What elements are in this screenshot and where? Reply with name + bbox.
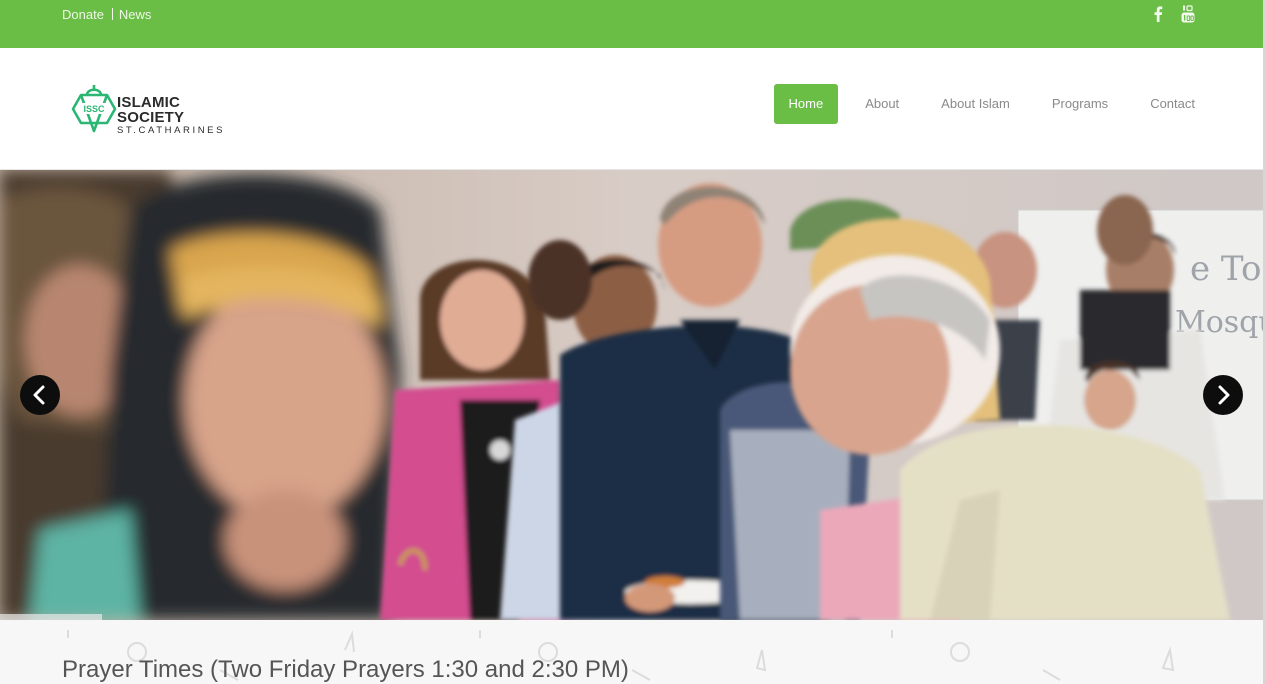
- slider-prev-button[interactable]: [20, 375, 60, 415]
- logo-title: ISLAMIC SOCIETY: [117, 94, 185, 126]
- site-logo[interactable]: ISSC ISLAMIC SOCIETY ST.CATHARINES: [70, 85, 240, 136]
- hero-slider: e To Mosque: [0, 170, 1263, 620]
- chevron-left-icon: [33, 385, 45, 405]
- youtube-icon[interactable]: [1181, 5, 1195, 28]
- donate-link[interactable]: Donate: [62, 7, 104, 22]
- nav-contact[interactable]: Contact: [1150, 84, 1195, 124]
- mosque-logo-icon: ISSC: [71, 85, 117, 133]
- prayer-times-heading: Prayer Times (Two Friday Prayers 1:30 an…: [62, 656, 629, 683]
- nav-home[interactable]: Home: [773, 84, 839, 124]
- site-header: ISSC ISLAMIC SOCIETY ST.CATHARINES Home …: [0, 48, 1266, 170]
- facebook-icon[interactable]: [1153, 6, 1163, 27]
- prayer-times-section: Prayer Times (Two Friday Prayers 1:30 an…: [0, 620, 1263, 684]
- main-nav: Home About About Islam Programs Contact: [773, 84, 1195, 124]
- social-links: [1153, 5, 1195, 28]
- nav-about-islam[interactable]: About Islam: [941, 84, 1010, 124]
- nav-programs[interactable]: Programs: [1052, 84, 1108, 124]
- slider-next-button[interactable]: [1203, 375, 1243, 415]
- link-divider: [111, 8, 113, 20]
- logo-subtitle: ST.CATHARINES: [117, 125, 226, 136]
- svg-text:e To: e To: [1190, 249, 1261, 289]
- logo-text: ISLAMIC SOCIETY ST.CATHARINES: [117, 95, 240, 136]
- top-bar: Donate News: [0, 0, 1266, 48]
- news-link[interactable]: News: [119, 7, 152, 22]
- hero-image: e To Mosque: [0, 170, 1263, 620]
- svg-text:ISSC: ISSC: [83, 104, 105, 114]
- top-links: Donate News: [62, 7, 151, 22]
- chevron-right-icon: [1218, 385, 1230, 405]
- nav-about[interactable]: About: [865, 84, 899, 124]
